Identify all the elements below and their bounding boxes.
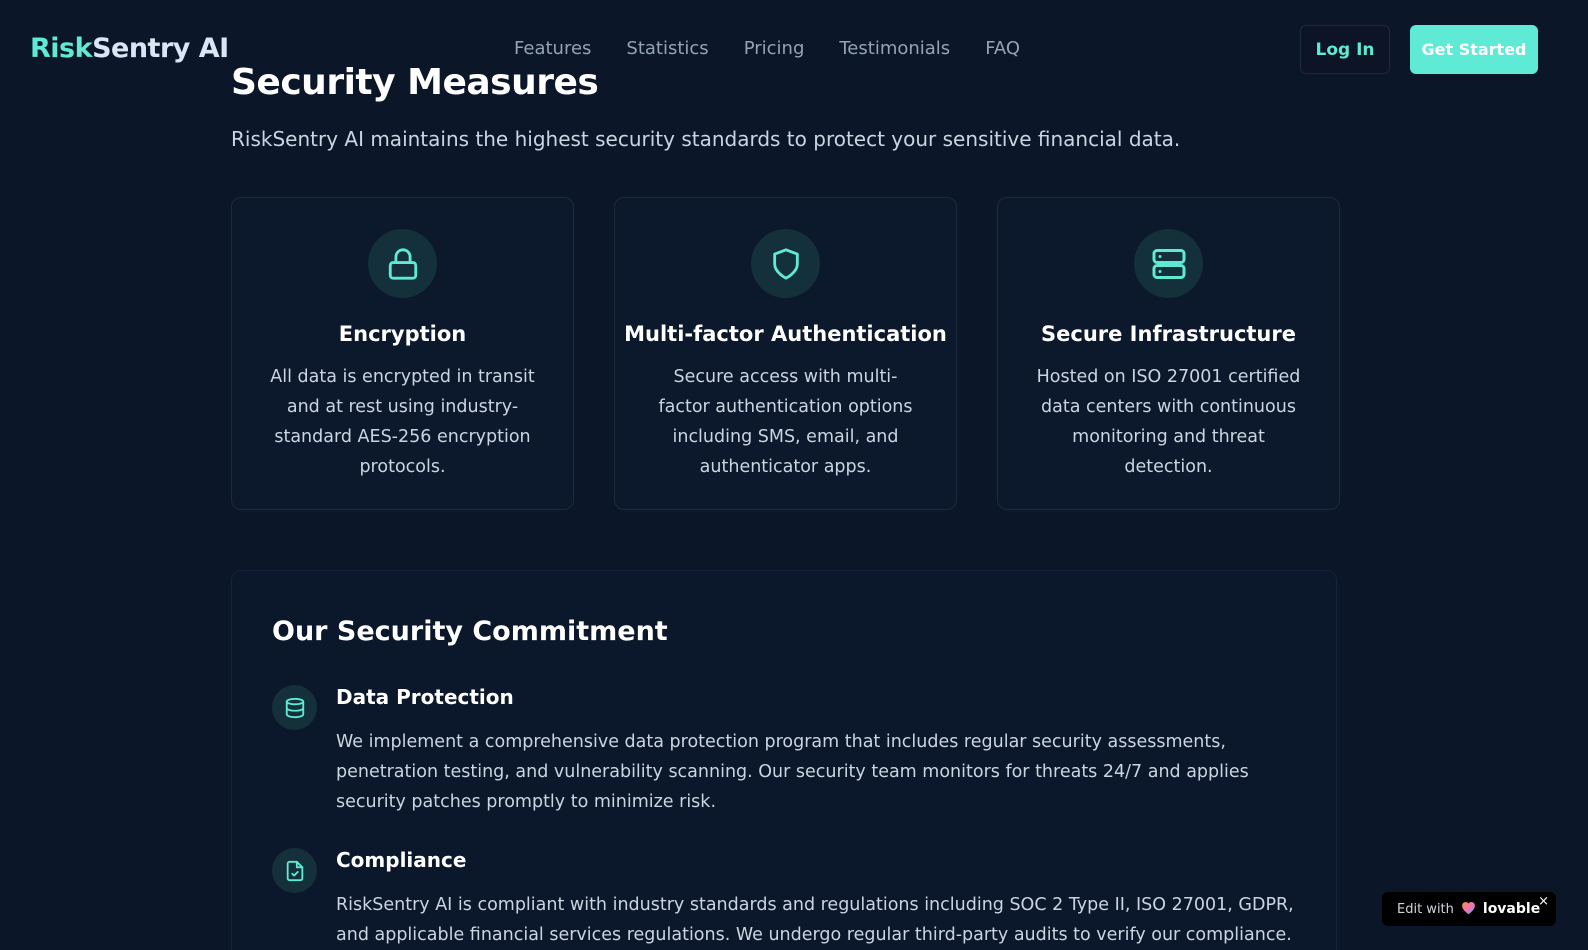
section-subtitle: RiskSentry AI maintains the highest secu… — [231, 127, 1181, 151]
brand-rest: Sentry AI — [92, 33, 229, 64]
brand-logo[interactable]: RiskSentry AI — [30, 33, 229, 64]
card-encryption: Encryption All data is encrypted in tran… — [231, 197, 574, 510]
close-icon[interactable]: × — [1538, 894, 1549, 909]
card-infrastructure: Secure Infrastructure Hosted on ISO 2700… — [997, 197, 1340, 510]
section-title: Security Measures — [231, 62, 599, 103]
lock-icon — [368, 229, 437, 298]
get-started-button[interactable]: Get Started — [1410, 25, 1538, 74]
card-title: Secure Infrastructure — [1041, 322, 1296, 346]
card-description: All data is encrypted in transit and at … — [270, 367, 535, 477]
file-check-icon — [272, 848, 317, 893]
brand-accent: Risk — [30, 33, 93, 64]
badge-edit-label: Edit with — [1397, 901, 1454, 917]
database-icon — [272, 685, 317, 730]
card-title: Multi-factor Authentication — [624, 322, 947, 346]
item-description: We implement a comprehensive data protec… — [336, 732, 1249, 812]
item-title: Data Protection — [336, 685, 514, 709]
commitment-title: Our Security Commitment — [272, 616, 668, 647]
card-title: Encryption — [338, 322, 467, 346]
commitment-item-data-protection: Data Protection We implement a comprehen… — [272, 685, 1302, 825]
nav-pricing[interactable]: Pricing — [744, 38, 805, 59]
main-nav: Features Statistics Pricing Testimonials… — [514, 38, 1020, 59]
item-description: RiskSentry AI is compliant with industry… — [336, 895, 1294, 945]
heart-icon — [1460, 899, 1477, 919]
nav-statistics[interactable]: Statistics — [626, 38, 708, 59]
item-title: Compliance — [336, 848, 467, 872]
commitment-panel: Our Security Commitment Data Protection … — [231, 570, 1337, 950]
server-icon — [1134, 229, 1203, 298]
shield-icon — [751, 229, 820, 298]
commitment-item-compliance: Compliance RiskSentry AI is compliant wi… — [272, 848, 1302, 950]
card-description: Secure access with multi-factor authenti… — [658, 367, 913, 477]
card-mfa: Multi-factor Authentication Secure acces… — [614, 197, 957, 510]
nav-testimonials[interactable]: Testimonials — [839, 38, 950, 59]
card-description: Hosted on ISO 27001 certified data cente… — [1036, 367, 1301, 477]
badge-brand: lovable — [1482, 901, 1541, 917]
edit-with-lovable-badge[interactable]: Edit with lovable × — [1382, 892, 1556, 926]
nav-features[interactable]: Features — [514, 38, 591, 59]
login-button[interactable]: Log In — [1300, 25, 1390, 74]
nav-faq[interactable]: FAQ — [985, 38, 1020, 59]
security-cards: Encryption All data is encrypted in tran… — [231, 197, 1340, 510]
